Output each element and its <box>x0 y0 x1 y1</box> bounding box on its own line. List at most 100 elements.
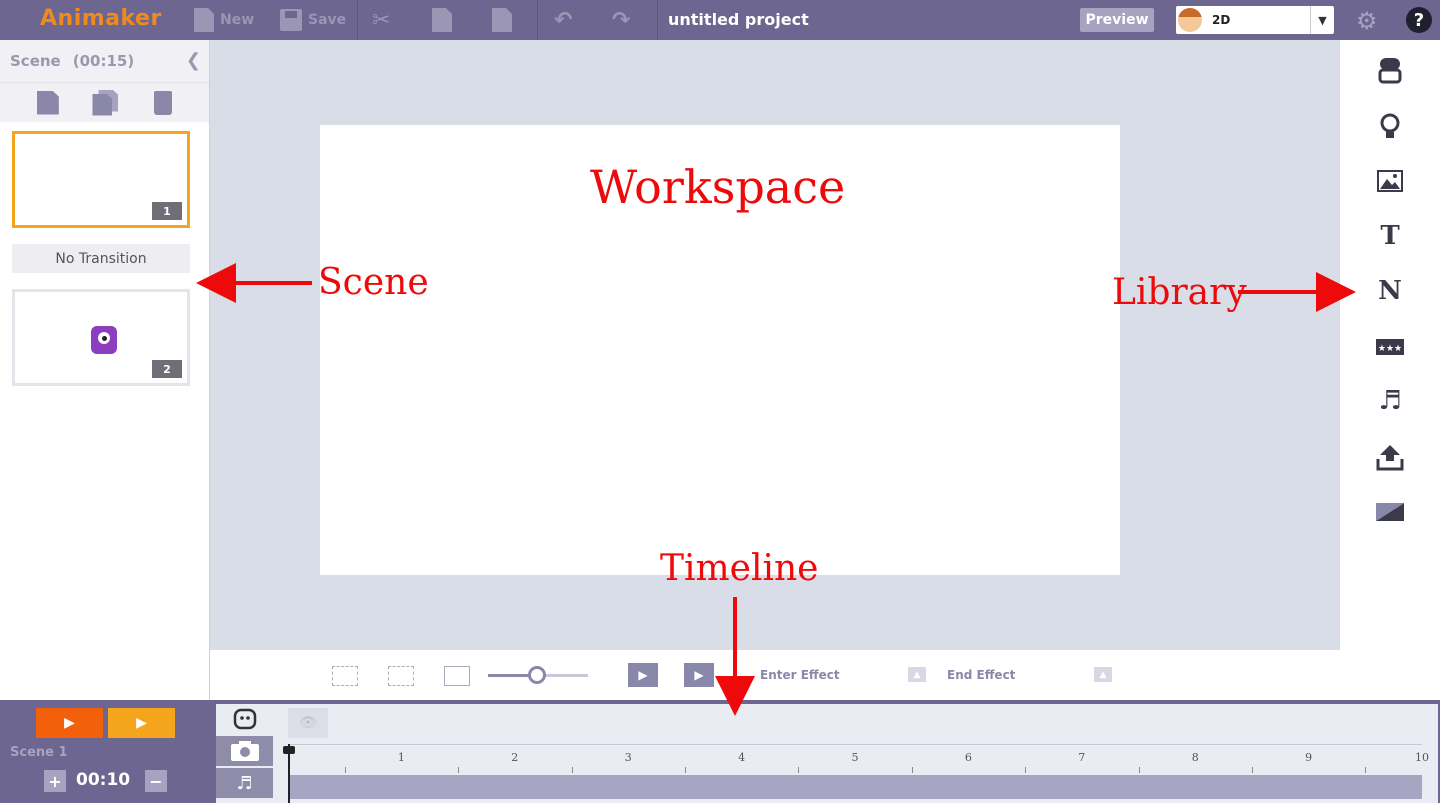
ruler-tick <box>458 767 460 773</box>
grid-icon[interactable] <box>444 666 470 686</box>
library-panel: T N ★★★ ♬ <box>1340 40 1440 700</box>
ruler-tick-label: 6 <box>964 751 972 764</box>
chevron-down-icon[interactable]: ▼ <box>1310 6 1334 34</box>
cut-button[interactable]: ✂ <box>372 7 391 33</box>
mode-dropdown[interactable]: 2D ▼ <box>1176 6 1334 34</box>
svg-text:★★★: ★★★ <box>1378 344 1402 354</box>
ruler-tick <box>344 767 346 773</box>
number-icon[interactable]: N <box>1376 276 1404 306</box>
end-effect-label[interactable]: End Effect <box>947 668 1015 682</box>
scene-number-badge: 2 <box>152 360 182 378</box>
scissors-icon: ✂ <box>372 7 391 33</box>
delete-scene-icon[interactable] <box>154 90 173 115</box>
timeline-controls: ▶ ▶ Scene 1 + 00:10 − <box>0 700 210 803</box>
ruler-tick <box>571 767 573 773</box>
collapse-panel-icon[interactable]: ❮ <box>186 50 201 71</box>
ruler-tick <box>1365 767 1367 773</box>
timeline-ruler[interactable]: 1 2 3 4 5 6 7 8 9 10 <box>288 744 1429 774</box>
monster-character-icon <box>91 326 117 354</box>
music-track-tab[interactable]: ♬ <box>216 768 273 798</box>
scene-duration: 00:10 <box>76 770 131 790</box>
timeline-track[interactable] <box>288 775 1422 799</box>
paste-icon <box>492 8 512 32</box>
animaker-logo[interactable]: Animaker <box>40 6 162 31</box>
playhead-handle[interactable] <box>283 746 295 754</box>
save-button[interactable]: Save <box>280 8 346 32</box>
undo-icon: ↶ <box>554 7 573 33</box>
top-bar: Animaker New Save ✂ ↶ ↷ untitled project… <box>0 0 1440 40</box>
music-icon[interactable]: ♬ <box>1376 386 1404 416</box>
preview-button[interactable]: Preview <box>1080 8 1154 32</box>
enter-effect-label[interactable]: Enter Effect <box>760 668 840 682</box>
scene-panel: Scene (00:15) ❮ 1 No Transition 2 <box>0 40 210 700</box>
ruler-tick-label: 1 <box>397 751 405 764</box>
character-track-tab[interactable] <box>216 704 273 734</box>
decrease-duration-button[interactable]: − <box>145 770 167 792</box>
ruler-tick <box>684 767 686 773</box>
background-icon[interactable] <box>1376 498 1404 526</box>
ruler-tick <box>1251 767 1253 773</box>
timeline-panel: ▶ ▶ Scene 1 + 00:10 − ♬ 👁 1 2 3 4 5 6 7 8 9 10 <box>0 700 1440 803</box>
project-title[interactable]: untitled project <box>668 10 809 29</box>
scene-annotation: Scene <box>318 262 429 303</box>
workspace-annotation: Workspace <box>590 160 846 214</box>
duplicate-scene-icon[interactable] <box>92 90 120 116</box>
toolbar-divider <box>357 0 358 40</box>
fit-screen-icon[interactable] <box>388 666 414 686</box>
ruler-tick <box>1138 767 1140 773</box>
toolbar-divider <box>537 0 538 40</box>
toolbar-divider <box>657 0 658 40</box>
end-effect-expand-icon[interactable]: ▲ <box>1094 667 1112 682</box>
upload-icon[interactable] <box>1376 443 1404 471</box>
copy-button[interactable] <box>432 8 452 32</box>
play-from-start-button[interactable]: ▶ <box>628 663 658 687</box>
image-icon[interactable] <box>1376 167 1404 195</box>
scene-panel-header: Scene (00:15) ❮ <box>0 40 209 82</box>
scene-tools <box>0 82 209 122</box>
redo-button[interactable]: ↷ <box>612 7 631 33</box>
scene-total-duration: (00:15) <box>72 52 135 70</box>
save-icon <box>280 9 302 31</box>
scene-thumbnail-1[interactable]: 1 <box>12 131 190 228</box>
lightbulb-icon[interactable] <box>1376 112 1404 140</box>
zoom-slider-handle[interactable] <box>528 666 546 684</box>
stars-icon[interactable]: ★★★ <box>1376 333 1404 361</box>
new-button[interactable]: New <box>194 8 254 32</box>
redo-icon: ↷ <box>612 7 631 33</box>
camera-track-tab[interactable] <box>216 736 273 766</box>
gear-icon[interactable]: ⚙ <box>1356 7 1378 35</box>
ruler-tick <box>1025 767 1027 773</box>
ruler-tick <box>798 767 800 773</box>
library-annotation: Library <box>1112 272 1247 313</box>
text-icon[interactable]: T <box>1376 221 1404 251</box>
scene-thumbnail-2[interactable]: 2 <box>12 289 190 386</box>
play-button[interactable]: ▶ <box>684 663 714 687</box>
undo-button[interactable]: ↶ <box>554 7 573 33</box>
copy-icon <box>432 8 452 32</box>
ruler-tick-label: 3 <box>624 751 632 764</box>
visibility-eye-icon[interactable]: 👁 <box>288 708 328 738</box>
ruler-tick-label: 10 <box>1415 751 1429 764</box>
timeline-area: ♬ 👁 1 2 3 4 5 6 7 8 9 10 <box>216 704 1438 803</box>
timeline-scene-label: Scene 1 <box>10 745 68 760</box>
workspace-toolbar: ▶ ▶ Enter Effect ▲ End Effect ▲ <box>210 650 1340 700</box>
character-avatar-icon <box>1178 8 1202 32</box>
play-scene-button[interactable]: ▶ <box>108 708 175 738</box>
ruler-tick <box>911 767 913 773</box>
new-document-icon <box>194 8 214 32</box>
increase-duration-button[interactable]: + <box>44 770 66 792</box>
add-scene-icon[interactable] <box>36 90 59 115</box>
enter-effect-expand-icon[interactable]: ▲ <box>908 667 926 682</box>
help-icon[interactable]: ? <box>1406 7 1432 33</box>
play-from-start-button[interactable]: ▶ <box>36 708 103 738</box>
ruler-tick-label: 8 <box>1191 751 1199 764</box>
transition-selector[interactable]: No Transition <box>12 244 190 273</box>
character-icon[interactable] <box>1376 56 1404 84</box>
center-focus-icon[interactable] <box>332 666 358 686</box>
timeline-annotation: Timeline <box>660 548 819 589</box>
ruler-tick-label: 7 <box>1078 751 1086 764</box>
save-label: Save <box>308 12 347 28</box>
paste-button[interactable] <box>492 8 512 32</box>
mode-selected-value: 2D <box>1212 13 1231 27</box>
scene-panel-title: Scene <box>10 52 61 70</box>
